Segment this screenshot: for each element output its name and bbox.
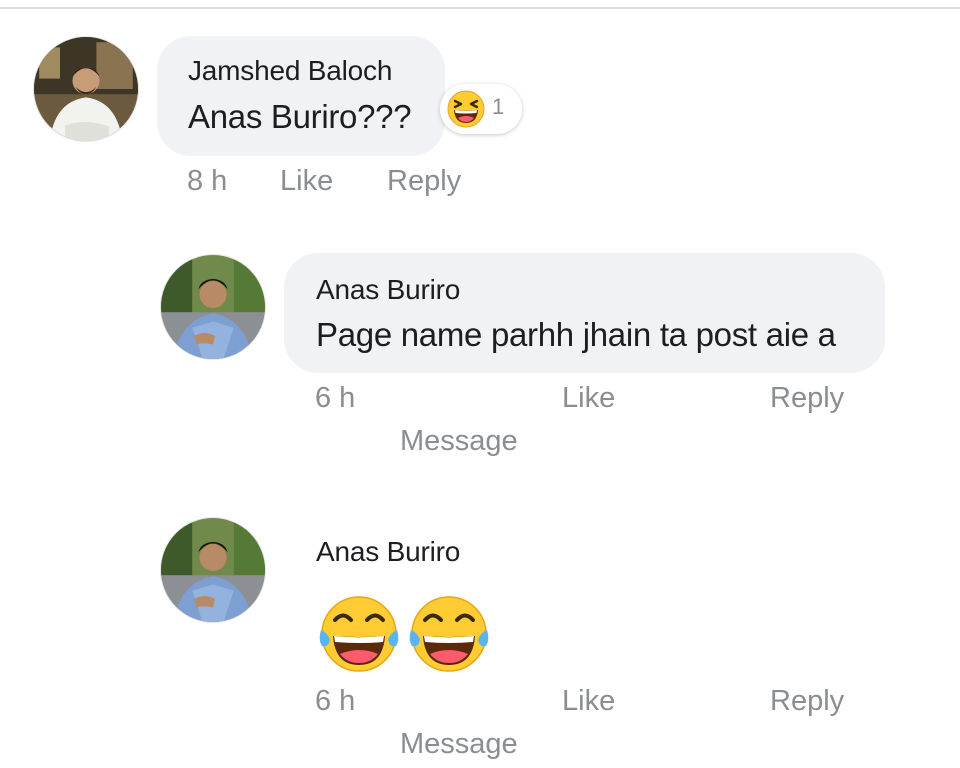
comment-text: Anas Buriro??? <box>188 98 412 135</box>
message-button[interactable]: Message <box>400 728 518 761</box>
reply-button[interactable]: Reply <box>770 382 844 415</box>
laughing-squint-icon <box>447 90 485 128</box>
profile-photo-icon <box>161 518 265 622</box>
reply-button[interactable]: Reply <box>770 685 844 718</box>
reaction-summary[interactable]: 1 <box>440 84 522 134</box>
comment-timestamp: 6 h <box>315 685 356 717</box>
message-button[interactable]: Message <box>400 425 518 458</box>
comment-bubble <box>157 36 445 156</box>
comment-timestamp: 8 h <box>187 165 228 197</box>
avatar-anas-buriro[interactable] <box>160 254 266 360</box>
comment-author[interactable]: Jamshed Baloch <box>188 55 392 87</box>
face-with-tears-of-joy-icon <box>406 590 492 676</box>
like-button[interactable]: Like <box>562 382 615 415</box>
avatar-anas-buriro[interactable] <box>160 517 266 623</box>
profile-photo-icon <box>34 37 138 141</box>
reply-button[interactable]: Reply <box>387 165 461 198</box>
profile-photo-icon <box>161 255 265 359</box>
comment-author[interactable]: Anas Buriro <box>316 536 460 568</box>
comment-timestamp: 6 h <box>315 382 356 414</box>
comment-text: Page name parhh jhain ta post aie a <box>316 316 836 353</box>
face-with-tears-of-joy-icon <box>316 590 402 676</box>
like-button[interactable]: Like <box>280 165 333 198</box>
top-divider <box>0 7 960 9</box>
comment-bubble <box>284 253 885 373</box>
like-button[interactable]: Like <box>562 685 615 718</box>
reaction-count: 1 <box>492 94 505 119</box>
comments-thread: Jamshed Baloch Anas Buriro??? 1 8 h Like… <box>0 0 960 768</box>
avatar-jamshed-baloch[interactable] <box>33 36 139 142</box>
comment-author[interactable]: Anas Buriro <box>316 274 460 306</box>
